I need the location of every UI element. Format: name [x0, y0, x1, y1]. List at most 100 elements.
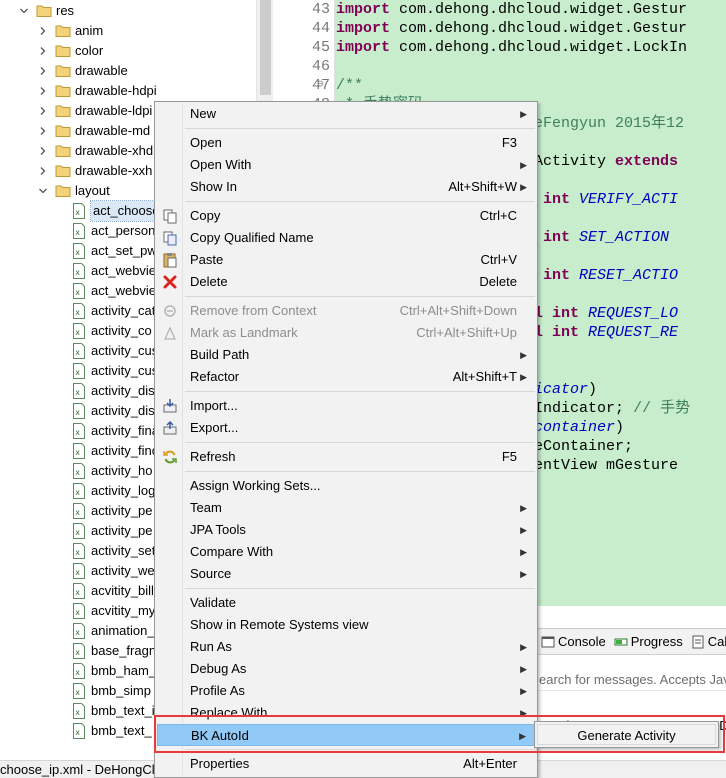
- menu-item-copy-qualified-name[interactable]: Copy Qualified Name: [157, 227, 535, 249]
- chevron-right-icon[interactable]: [37, 121, 49, 141]
- tab-console[interactable]: Console: [537, 630, 610, 654]
- tree-file[interactable]: x act_set_pw: [71, 241, 157, 261]
- chevron-right-icon[interactable]: [37, 21, 49, 41]
- tree-file[interactable]: x bmb_ham_: [71, 661, 156, 681]
- menu-item-copy[interactable]: Copy Ctrl+C: [157, 205, 535, 227]
- menu-item-new[interactable]: New ▶: [157, 103, 535, 125]
- menu-item-validate[interactable]: Validate: [157, 592, 535, 614]
- tree-file[interactable]: x act_person: [71, 221, 155, 241]
- folder-icon: [36, 3, 52, 19]
- tree-file[interactable]: x bmb_simp: [71, 681, 151, 701]
- chevron-right-icon[interactable]: [37, 81, 49, 101]
- menu-item-source[interactable]: Source ▶: [157, 563, 535, 585]
- xml-file-icon: x: [71, 263, 87, 279]
- menu-item-open[interactable]: Open F3: [157, 132, 535, 154]
- generate-activity-menu-item[interactable]: Generate Activity: [537, 724, 716, 745]
- tree-file[interactable]: x activity_cus: [71, 361, 158, 381]
- menu-item-build-path[interactable]: Build Path ▶: [157, 344, 535, 366]
- tree-file[interactable]: x base_fragn: [71, 641, 156, 661]
- submenu-arrow-icon: ▶: [520, 547, 527, 557]
- logcat-search-input[interactable]: earch for messages. Accepts Jav: [537, 669, 726, 691]
- menu-item-run-as[interactable]: Run As ▶: [157, 636, 535, 658]
- tree-file[interactable]: x activity_dis: [71, 381, 155, 401]
- menu-item-team[interactable]: Team ▶: [157, 497, 535, 519]
- menu-item-delete[interactable]: Delete Delete: [157, 271, 535, 293]
- tree-file[interactable]: x activity_fina: [71, 421, 159, 441]
- code-line: import com.dehong.dhcloud.widget.Gestur: [336, 0, 687, 19]
- tree-folder[interactable]: drawable-ldpi: [37, 101, 152, 121]
- menu-item-open-with[interactable]: Open With ▶: [157, 154, 535, 176]
- tree-scrollbar-thumb[interactable]: [260, 0, 271, 95]
- menu-item-properties[interactable]: Properties Alt+Enter: [157, 753, 535, 775]
- chevron-down-icon[interactable]: [37, 181, 49, 201]
- tree-folder[interactable]: color: [37, 41, 103, 61]
- menu-item-shortcut: F5: [501, 449, 517, 464]
- tree-file[interactable]: x activity_log: [71, 481, 155, 501]
- tree-folder[interactable]: drawable-xhd: [37, 141, 153, 161]
- tree-file[interactable]: x bmb_text_i: [71, 701, 155, 721]
- menu-item-jpa-tools[interactable]: JPA Tools ▶: [157, 519, 535, 541]
- fold-toggle-icon[interactable]: ⊖: [317, 76, 324, 95]
- tree-file[interactable]: x activity_set: [71, 541, 155, 561]
- chevron-right-icon[interactable]: [37, 61, 49, 81]
- tree-file[interactable]: x activity_cus: [71, 341, 158, 361]
- tab-progress[interactable]: Progress: [610, 630, 687, 654]
- tree-file[interactable]: x activity_pe: [71, 501, 152, 521]
- remove-context-icon: [162, 303, 178, 319]
- tree-file[interactable]: x activity_dis: [71, 401, 155, 421]
- chevron-down-icon[interactable]: [18, 1, 30, 21]
- menu-item-show-in-remote-systems-view[interactable]: Show in Remote Systems view: [157, 614, 535, 636]
- tab-call[interactable]: Cal: [687, 630, 726, 654]
- tree-file[interactable]: x activity_finc: [71, 441, 158, 461]
- tree-file[interactable]: x acvitity_bill: [71, 581, 154, 601]
- menu-item-profile-as[interactable]: Profile As ▶: [157, 680, 535, 702]
- menu-item-debug-as[interactable]: Debug As ▶: [157, 658, 535, 680]
- menu-item-paste[interactable]: Paste Ctrl+V: [157, 249, 535, 271]
- chevron-right-icon[interactable]: [37, 41, 49, 61]
- tree-file[interactable]: x activity_we: [71, 561, 155, 581]
- tree-file[interactable]: x bmb_text_: [71, 721, 152, 741]
- tree-folder[interactable]: drawable-md: [37, 121, 150, 141]
- tree-folder[interactable]: drawable: [37, 61, 128, 81]
- menu-item-import[interactable]: Import...: [157, 395, 535, 417]
- code-token: ): [615, 419, 625, 436]
- svg-text:x: x: [75, 468, 80, 477]
- menu-separator: [185, 296, 535, 297]
- menu-item-shortcut: Alt+Shift+W: [448, 179, 517, 194]
- menu-item-show-in[interactable]: Show In Alt+Shift+W ▶: [157, 176, 535, 198]
- chevron-right-icon[interactable]: [37, 161, 49, 181]
- folder-icon: [55, 43, 71, 59]
- menu-item-bk-autoid[interactable]: BK AutoId ▶: [157, 724, 535, 746]
- tree-file[interactable]: x act_choose: [71, 200, 163, 222]
- tree-file[interactable]: x acvitity_my: [71, 601, 155, 621]
- xml-file-icon: x: [71, 383, 87, 399]
- menu-item-refactor[interactable]: Refactor Alt+Shift+T ▶: [157, 366, 535, 388]
- menu-item-assign-working-sets[interactable]: Assign Working Sets...: [157, 475, 535, 497]
- code-line: /**: [336, 76, 363, 95]
- tree-folder[interactable]: anim: [37, 21, 103, 41]
- tree-folder[interactable]: drawable-hdpi: [37, 81, 157, 101]
- menu-item-label: Assign Working Sets...: [190, 478, 321, 493]
- bk-autoid-submenu: Generate Activity: [534, 721, 719, 748]
- tree-file[interactable]: x activity_ho: [71, 461, 152, 481]
- menu-item-shortcut: Ctrl+C: [479, 208, 517, 223]
- chevron-right-icon[interactable]: [37, 141, 49, 161]
- tree-file[interactable]: x activity_pe: [71, 521, 152, 541]
- tree-file[interactable]: x act_webvie: [71, 261, 156, 281]
- menu-item-export[interactable]: Export...: [157, 417, 535, 439]
- chevron-right-icon[interactable]: [37, 101, 49, 121]
- tree-folder[interactable]: layout: [37, 181, 110, 201]
- tree-folder[interactable]: drawable-xxh: [37, 161, 152, 181]
- tree-item-label: activity_set: [91, 543, 156, 558]
- tree-file[interactable]: x animation_: [71, 621, 155, 641]
- tree-file[interactable]: x act_webvie: [71, 281, 156, 301]
- code-token: import: [336, 20, 400, 37]
- tree-file[interactable]: x activity_cat: [71, 301, 155, 321]
- tree-file[interactable]: x activity_co: [71, 321, 152, 341]
- menu-item-refresh[interactable]: Refresh F5: [157, 446, 535, 468]
- menu-item-replace-with[interactable]: Replace With ▶: [157, 702, 535, 724]
- svg-text:x: x: [75, 308, 80, 317]
- menu-item-compare-with[interactable]: Compare With ▶: [157, 541, 535, 563]
- menu-item-shortcut: F3: [501, 135, 517, 150]
- tree-folder[interactable]: res: [18, 1, 74, 21]
